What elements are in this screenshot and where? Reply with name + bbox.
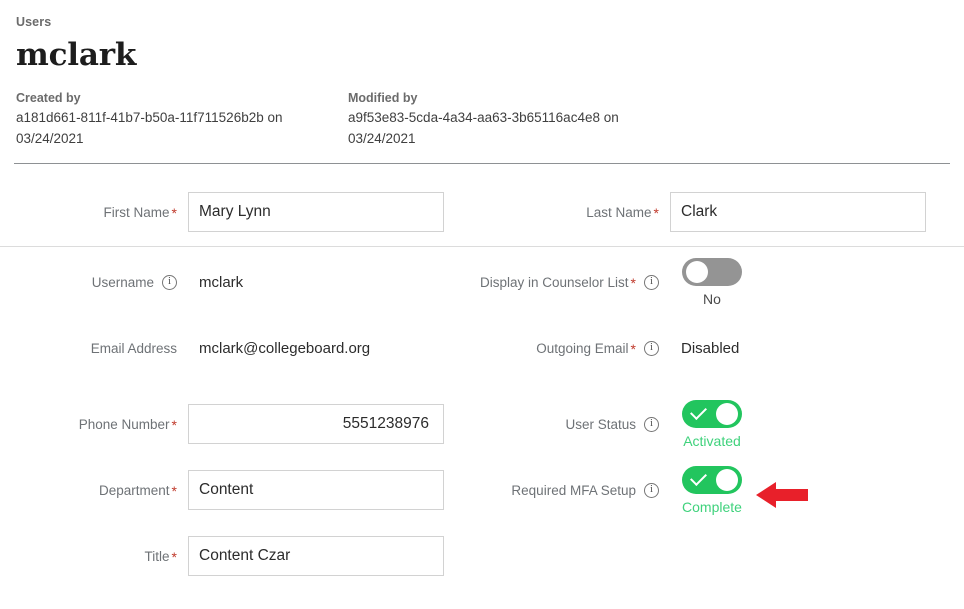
check-icon (690, 468, 707, 486)
counselor-list-label: Display in Counselor List * i (479, 274, 670, 291)
modified-by-block: Modified by a9f53e83-5cda-4a34-aa63-3b65… (348, 89, 678, 149)
email-address-label: Email Address (0, 341, 188, 356)
mfa-setup-label-text: Required MFA Setup (511, 482, 636, 498)
first-name-field: First Name * (0, 192, 482, 232)
username-label: Username i (0, 274, 188, 290)
user-status-label-text: User Status (565, 416, 636, 432)
last-name-label-text: Last Name (586, 204, 652, 220)
toggle-knob (686, 260, 708, 283)
phone-number-label: Phone Number * (0, 416, 188, 433)
title-input[interactable] (188, 536, 444, 576)
form-right-column: Display in Counselor List * i No Outgoing… (479, 257, 964, 597)
created-by-block: Created by a181d661-811f-41b7-b50a-11f71… (16, 89, 348, 149)
email-address-label-text: Email Address (90, 340, 177, 356)
username-field: Username i mclark (0, 267, 482, 297)
page-title: mclark (16, 37, 137, 73)
department-field: Department * (0, 465, 482, 515)
department-label-text: Department (99, 482, 170, 498)
check-icon (690, 402, 707, 420)
required-asterisk: * (171, 483, 177, 499)
required-asterisk: * (171, 549, 177, 565)
user-status-field: User Status i Activated (482, 399, 964, 449)
user-status-toggle[interactable] (682, 399, 742, 428)
email-address-field: Email Address mclark@collegeboard.org (0, 333, 482, 363)
form-left-column: Username i mclark Email Address mclark@c… (0, 267, 482, 597)
mfa-setup-field: Required MFA Setup i Complete (482, 465, 964, 515)
name-row: First Name* Last Name* (0, 164, 964, 246)
modified-by-value: a9f53e83-5cda-4a34-aa63-3b65116ac4e8 on … (348, 110, 619, 146)
toggle-knob (716, 402, 738, 425)
user-status-value: Activated (683, 432, 741, 449)
user-status-toggle-wrap: Activated (670, 399, 743, 449)
phone-number-label-text: Phone Number (78, 416, 170, 432)
outgoing-email-field: Outgoing Email * i Disabled (482, 333, 964, 363)
outgoing-email-label: Outgoing Email * i (482, 340, 670, 357)
first-name-label: First Name * (0, 204, 188, 221)
info-icon[interactable]: i (162, 274, 177, 290)
outgoing-email-label-text: Outgoing Email (536, 340, 629, 356)
counselor-list-status: No (703, 290, 721, 307)
department-input[interactable] (188, 470, 444, 510)
counselor-list-label-text: Display in Counselor List (479, 274, 629, 290)
page-header: Users mclark Created by a181d661-811f-41… (0, 0, 964, 149)
phone-number-input[interactable] (188, 404, 444, 444)
department-label: Department * (0, 482, 188, 499)
created-by-label: Created by (16, 91, 81, 105)
user-status-label: User Status i (482, 416, 670, 432)
username-value: mclark (199, 273, 244, 291)
mfa-setup-value: Complete (682, 498, 742, 515)
counselor-list-toggle[interactable] (682, 257, 742, 286)
first-name-label-text: First Name (103, 204, 170, 220)
modified-by-label: Modified by (348, 91, 418, 105)
counselor-list-field: Display in Counselor List * i No (479, 257, 964, 307)
phone-number-field: Phone Number * (0, 399, 482, 449)
required-asterisk: * (171, 205, 177, 221)
mfa-setup-toggle-wrap: Complete (670, 465, 743, 515)
outgoing-email-value: Disabled (681, 339, 740, 357)
record-metadata: Created by a181d661-811f-41b7-b50a-11f71… (16, 89, 950, 149)
username-label-text: Username (91, 274, 154, 290)
required-asterisk: * (630, 275, 636, 291)
email-address-value: mclark@collegeboard.org (199, 339, 371, 357)
info-icon[interactable]: i (644, 340, 659, 356)
required-asterisk: * (171, 417, 177, 433)
title-label-text: Title (144, 548, 170, 564)
title-field: Title * (0, 531, 482, 581)
required-asterisk: * (653, 205, 659, 221)
required-asterisk: * (630, 341, 636, 357)
breadcrumb[interactable]: Users (16, 14, 950, 30)
info-icon[interactable]: i (644, 274, 659, 290)
toggle-knob (716, 468, 738, 491)
info-icon[interactable]: i (644, 482, 659, 498)
last-name-input[interactable] (670, 192, 926, 232)
title-label: Title * (0, 548, 188, 565)
mfa-setup-label: Required MFA Setup i (482, 482, 670, 498)
mfa-setup-toggle[interactable] (682, 465, 742, 494)
info-icon[interactable]: i (644, 416, 659, 432)
first-name-input[interactable] (188, 192, 444, 232)
counselor-list-toggle-wrap: No (670, 257, 743, 307)
last-name-label: Last Name * (482, 204, 670, 221)
created-by-value: a181d661-811f-41b7-b50a-11f711526b2b on … (16, 110, 283, 146)
user-details-form: Username i mclark Email Address mclark@c… (0, 247, 964, 597)
last-name-field: Last Name * (482, 192, 964, 232)
